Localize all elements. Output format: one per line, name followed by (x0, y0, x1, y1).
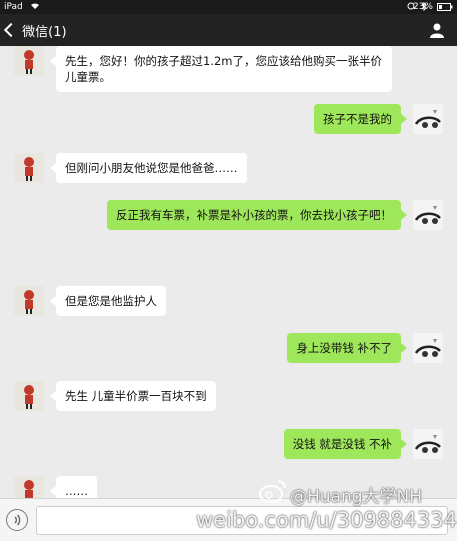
attendant-avatar[interactable] (14, 286, 44, 316)
message-bubble[interactable]: 反正我有车票，补票是补小孩的票，你去找小孩子吧！ (107, 200, 407, 230)
voice-input-button[interactable] (6, 509, 28, 531)
attendant-avatar[interactable] (14, 381, 44, 411)
message-bubble[interactable]: 但刚问小朋友他说您是他爸爸…… (50, 153, 247, 183)
message-bubble[interactable]: 先生，您好！你的孩子超过1.2m了，您应该给他购买一张半价儿童票。 (50, 46, 392, 92)
message-bubble[interactable]: 先生 儿童半价票一百块不到 (50, 381, 216, 411)
attendant-avatar[interactable] (14, 153, 44, 183)
battery-percent: 23% (412, 2, 433, 12)
user-avatar[interactable] (413, 429, 443, 459)
status-bar: iPad 23% (0, 0, 457, 14)
contact-info-button[interactable] (429, 22, 445, 38)
watermark-url: weibo.com/u/3098843347 (196, 508, 457, 532)
message-bubble[interactable]: 但是您是他监护人 (50, 286, 166, 316)
back-label: 微信(1) (22, 25, 67, 40)
speaker-icon (14, 514, 21, 526)
message-bubble[interactable]: 没钱 就是没钱 不补 (283, 429, 408, 459)
watermark-handle: @Huang大学NH (290, 487, 423, 507)
message-bubble[interactable]: 孩子不是我的 (314, 104, 407, 134)
weibo-logo-icon (259, 480, 286, 503)
chevron-left-icon (3, 22, 19, 38)
device-label: iPad (4, 2, 23, 12)
user-avatar[interactable] (413, 333, 443, 363)
user-avatar[interactable] (413, 104, 443, 134)
nav-bar: 微信(1) (0, 14, 457, 46)
user-avatar[interactable] (413, 200, 443, 230)
person-icon (430, 23, 444, 38)
back-button[interactable]: 微信(1) (3, 21, 67, 40)
message-bubble[interactable]: 身上没带钱 补不了 (287, 333, 407, 363)
attendant-avatar[interactable] (14, 46, 44, 76)
wifi-icon (30, 2, 40, 13)
battery-icon (437, 3, 453, 14)
chat-area[interactable]: 先生，您好！你的孩子超过1.2m了，您应该给他购买一张半价儿童票。 孩子不是我的… (0, 46, 457, 506)
